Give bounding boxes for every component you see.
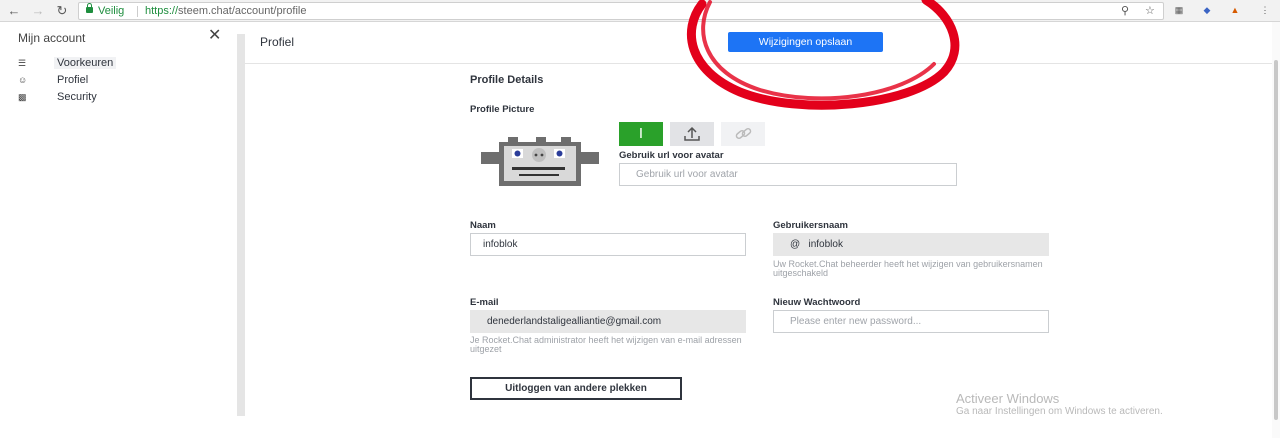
name-input[interactable]: infoblok [470,233,746,256]
address-bar[interactable]: Veilig https://steem.chat/account/profil… [78,2,1164,20]
username-label: Gebruikersnaam [773,220,848,231]
reload-icon[interactable]: ↻ [54,3,70,19]
sidebar-item-label: Profiel [57,74,89,86]
arrow-right-icon[interactable]: → [30,3,46,19]
avatar-url-input[interactable]: Gebruik url voor avatar [619,163,957,186]
lock-icon: ▩ [18,92,27,102]
sidebar-item-label: Voorkeuren [54,57,117,69]
username-value: infoblok [808,239,843,250]
extension-icon[interactable]: ▦ [1172,4,1186,17]
at-sign: @ [790,239,801,250]
profile-picture-label: Profile Picture [470,104,535,115]
username-hint: Uw Rocket.Chat beheerder heeft het wijzi… [773,259,1043,278]
sidebar-title: Mijn account [18,31,86,45]
user-icon: ☺ [18,75,28,85]
arrow-left-icon[interactable]: ← [6,3,22,19]
scrollbar-thumb[interactable] [1274,60,1278,420]
avatar-url-label: Gebruik url voor avatar [619,150,724,161]
lock-icon [86,3,93,13]
sidebar-item-label: Security [57,91,97,103]
browser-toolbar: ← → ↻ Veilig https://steem.chat/account/… [0,0,1280,22]
email-input[interactable]: denederlandstaligealliantie@gmail.com [470,310,746,333]
avatar [481,137,599,186]
password-label: Nieuw Wachtwoord [773,297,861,308]
upload-button[interactable] [670,122,714,146]
save-button[interactable]: Wijzigingen opslaan [728,32,883,52]
windows-watermark-title: Activeer Windows [956,391,1060,406]
account-sidebar: Mijn account ✕ ☰ Voorkeuren ☺ Profiel ▩ … [0,22,240,438]
name-label: Naam [470,220,496,231]
email-hint: Je Rocket.Chat administrator heeft het w… [470,335,742,354]
section-title: Profile Details [470,74,544,86]
profile-page: Profiel Wijzigingen opslaan Profile Deta… [245,22,1272,438]
username-input[interactable]: @ infoblok [773,233,1049,256]
logout-other-sessions-button[interactable]: Uitloggen van andere plekken [470,377,682,400]
url-scheme: https:// [145,5,179,17]
sidebar-scrollbar[interactable] [237,34,245,416]
extension-icon[interactable]: ▲ [1228,4,1242,17]
link-button[interactable] [721,122,765,146]
upload-icon [684,126,700,141]
link-icon [735,127,752,140]
url-text: https://steem.chat/account/profile [145,3,306,19]
page-title: Profiel [260,35,295,49]
menu-icon[interactable]: ⋮ [1258,4,1272,17]
sliders-icon: ☰ [18,58,27,68]
key-icon[interactable]: ⚲ [1121,3,1129,19]
page-header: Profiel Wijzigingen opslaan [245,22,1272,64]
password-placeholder: Please enter new password... [790,316,922,327]
page-scrollbar[interactable] [1272,22,1280,438]
email-label: E-mail [470,297,499,308]
url-host: steem.chat [178,5,232,17]
divider [137,6,138,17]
avatar-url-placeholder: Gebruik url voor avatar [636,169,738,180]
initial-avatar-button[interactable]: I [619,122,663,146]
url-path: /account/profile [231,5,307,17]
windows-watermark-subtitle: Ga naar Instellingen om Windows te activ… [956,406,1163,417]
extension-icon[interactable]: ◆ [1200,4,1214,17]
close-icon[interactable]: ✕ [208,28,221,44]
password-input[interactable]: Please enter new password... [773,310,1049,333]
star-icon[interactable]: ☆ [1145,3,1155,19]
secure-label: Veilig [98,5,125,17]
